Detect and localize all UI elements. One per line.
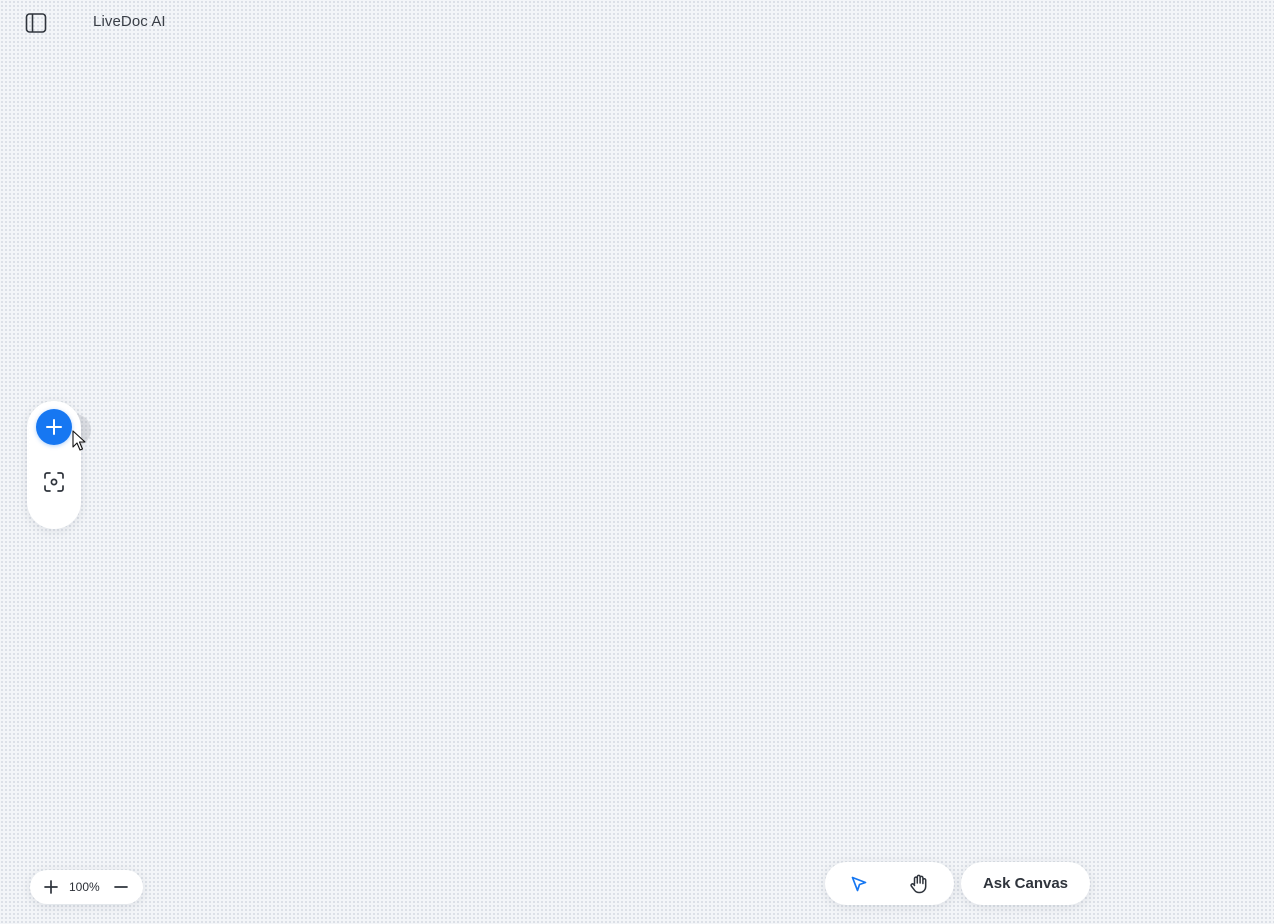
minus-icon <box>114 886 128 888</box>
pointer-arrow-icon <box>851 876 867 892</box>
sidebar-panel-icon <box>25 13 47 33</box>
add-button[interactable] <box>36 409 72 445</box>
focus-button[interactable] <box>40 468 68 496</box>
hand-tool-button[interactable] <box>905 870 933 898</box>
zoom-out-button[interactable] <box>110 876 132 898</box>
canvas-tool-group <box>825 862 954 905</box>
app-title: LiveDoc AI <box>93 13 166 30</box>
ask-canvas-button[interactable]: Ask Canvas <box>961 862 1090 905</box>
zoom-in-button[interactable] <box>40 876 62 898</box>
zoom-control: 100% <box>30 870 143 904</box>
plus-icon <box>44 880 58 894</box>
left-toolbar <box>27 401 81 529</box>
plus-icon <box>46 419 62 435</box>
sidebar-toggle-button[interactable] <box>22 9 50 37</box>
zoom-level: 100% <box>69 880 100 894</box>
select-tool-button[interactable] <box>845 870 873 898</box>
hand-icon <box>910 874 927 894</box>
focus-frame-icon <box>44 472 64 492</box>
